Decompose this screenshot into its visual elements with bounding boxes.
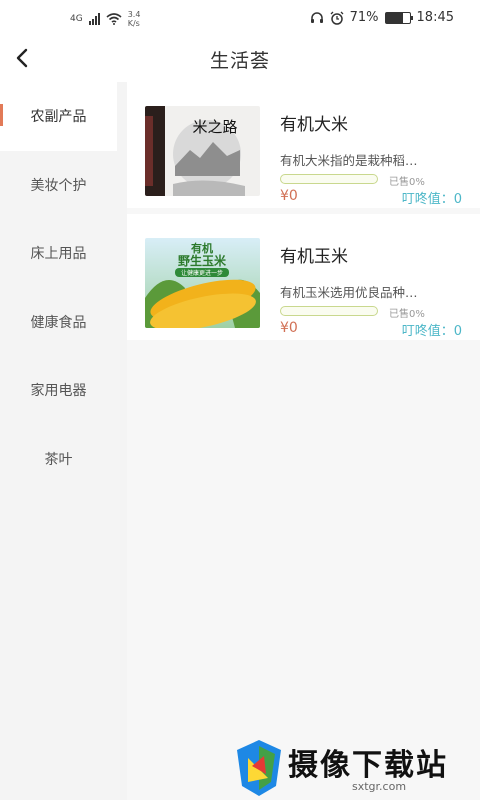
watermark-logo-icon <box>237 740 281 796</box>
category-label: 家用电器 <box>30 383 87 400</box>
speed-unit: K/s <box>127 19 140 28</box>
corn-image-text-2: 野生玉米 <box>178 253 227 268</box>
corn-image-text-3: 让健康更进一步 <box>181 269 223 277</box>
watermark: 摄像下载站 sxtgr.com <box>234 736 474 800</box>
product-description: 有机大米指的是栽种稻… <box>280 153 418 168</box>
battery-icon <box>384 11 413 24</box>
watermark-title: 摄像下载站 <box>288 748 448 783</box>
sales-progress-bar <box>280 306 378 316</box>
headset-icon <box>310 11 323 23</box>
app-header: 生活荟 <box>0 40 480 80</box>
wifi-icon <box>106 13 122 25</box>
category-item-appliances[interactable]: 家用电器 <box>0 356 117 425</box>
corn-image-text-1: 有机 <box>191 241 213 255</box>
product-name: 有机大米 <box>280 115 348 135</box>
category-item-agricultural[interactable]: 农副产品 <box>0 82 117 151</box>
product-card-rice[interactable]: 米之路 有机大米 有机大米指的是栽种稻… 已售0% ¥0 叮咚值：0 <box>127 82 480 208</box>
clock: 18:45 <box>416 10 454 25</box>
dingdong-points: 叮咚值：0 <box>401 192 462 207</box>
product-name: 有机玉米 <box>280 247 348 267</box>
product-image-rice: 米之路 <box>145 106 260 196</box>
category-item-beauty[interactable]: 美妆个护 <box>0 151 117 220</box>
battery-fill <box>385 12 403 23</box>
category-label: 农副产品 <box>30 109 87 126</box>
watermark-url: sxtgr.com <box>352 780 407 793</box>
product-list: 米之路 有机大米 有机大米指的是栽种稻… 已售0% ¥0 叮咚值：0 有机 野生… <box>127 82 480 800</box>
page-title: 生活荟 <box>209 50 270 72</box>
battery-percent: 71% <box>349 10 379 25</box>
network-speed: 3.4 K/s <box>128 10 141 28</box>
category-label: 茶叶 <box>44 451 73 468</box>
sold-percent: 已售0% <box>389 309 425 320</box>
product-description: 有机玉米选用优良品种… <box>280 285 418 300</box>
status-left: 4G 3.4 K/s <box>70 10 140 28</box>
category-item-health-food[interactable]: 健康食品 <box>0 288 117 357</box>
alarm-icon <box>330 11 344 25</box>
category-sidebar: 农副产品 美妆个护 床上用品 健康食品 家用电器 茶叶 <box>0 82 117 800</box>
product-image-corn: 有机 野生玉米 让健康更进一步 <box>145 238 260 328</box>
network-type: 4G <box>70 14 83 24</box>
rice-image-text: 米之路 <box>192 118 237 136</box>
dingdong-points: 叮咚值：0 <box>401 324 462 339</box>
status-right: 71% 18:45 <box>310 10 454 25</box>
status-bar: 4G 3.4 K/s 71% 18:45 <box>0 0 480 40</box>
signal-icon <box>88 13 100 25</box>
sidebar-divider <box>117 82 127 800</box>
category-label: 床上用品 <box>30 246 87 263</box>
category-item-tea[interactable]: 茶叶 <box>0 425 117 494</box>
speed-value: 3.4 <box>127 10 141 19</box>
category-item-bedding[interactable]: 床上用品 <box>0 219 117 288</box>
product-price: ¥0 <box>280 320 298 336</box>
sales-progress-bar <box>280 174 378 184</box>
product-card-corn[interactable]: 有机 野生玉米 让健康更进一步 有机玉米 有机玉米选用优良品种… 已售0% ¥0… <box>127 214 480 340</box>
category-label: 健康食品 <box>30 314 87 331</box>
category-label: 美妆个护 <box>30 177 87 194</box>
product-price: ¥0 <box>280 188 298 204</box>
sold-percent: 已售0% <box>389 177 425 188</box>
